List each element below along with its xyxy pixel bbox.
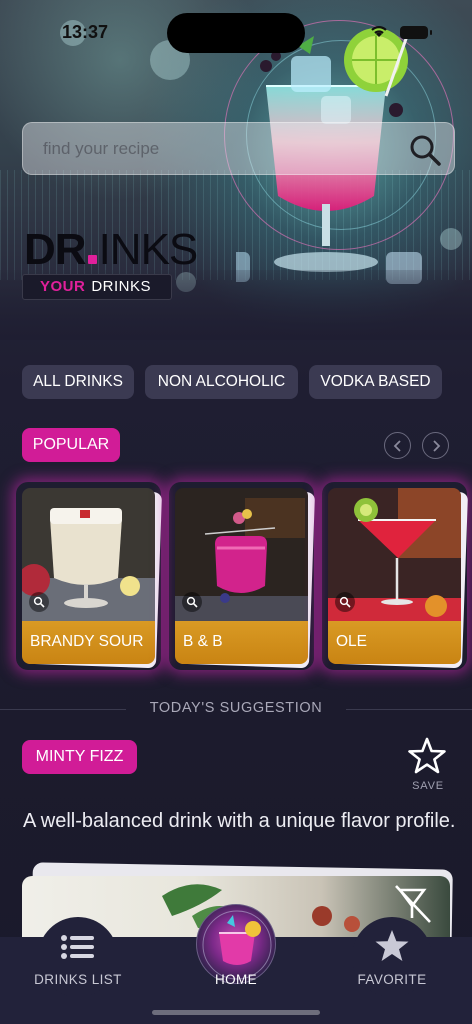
battery-icon [400, 26, 432, 39]
bokeh-light [440, 228, 462, 250]
app-screen: 13:37 DRINKS YOUR DRINKS ALL DRINKS NON A… [0, 0, 472, 1024]
drink-card-title: B & B [175, 621, 308, 664]
suggestion-description: A well-balanced drink with a unique flav… [23, 810, 456, 832]
search-bar [22, 122, 455, 175]
status-icons [364, 23, 434, 41]
chevron-right-icon [433, 440, 441, 452]
zoom-icon[interactable] [182, 592, 202, 612]
suggestion-section-title: TODAY'S SUGGESTION [149, 700, 323, 716]
tagline-your: YOUR [40, 278, 86, 295]
drink-card-ole[interactable]: OLE [328, 487, 469, 669]
drink-card-title: OLE [328, 621, 461, 664]
search-input[interactable] [43, 123, 403, 174]
carousel-next-button[interactable] [422, 432, 449, 459]
drink-card-brandy-sour[interactable]: BRANDY SOUR [22, 487, 163, 669]
popular-label: POPULAR [22, 428, 120, 462]
chevron-left-icon [393, 440, 401, 452]
carousel-prev-button[interactable] [384, 432, 411, 459]
status-time: 13:37 [62, 22, 109, 42]
tab-drinks-list[interactable]: DRINKS LIST [18, 917, 138, 1024]
logo-dot [87, 255, 97, 264]
tagline-drinks: DRINKS [91, 278, 152, 295]
save-label: SAVE [412, 780, 444, 792]
filter-chip-all-drinks[interactable]: ALL DRINKS [22, 365, 134, 399]
filter-chip-vodka-based[interactable]: VODKA BASED [309, 365, 442, 399]
tab-favorite[interactable]: FAVORITE [332, 917, 452, 1024]
tab-label: DRINKS LIST [34, 972, 122, 987]
star-icon [375, 930, 409, 961]
drink-card-title: BRANDY SOUR [22, 621, 155, 664]
save-star-icon[interactable] [407, 736, 447, 776]
zoom-icon[interactable] [29, 592, 49, 612]
list-icon [61, 935, 94, 959]
filter-chip-non-alcoholic[interactable]: NON ALCOHOLIC [145, 365, 298, 399]
drink-card-b-and-b[interactable]: B & B [175, 487, 316, 669]
logo-text-left: DR [24, 225, 87, 274]
zoom-icon[interactable] [335, 592, 355, 612]
tab-label-home: HOME [214, 972, 258, 987]
tab-label: FAVORITE [357, 972, 427, 987]
logo-text-right: INKS [98, 225, 199, 274]
app-logo: DR INKS [24, 225, 199, 274]
home-indicator [152, 1010, 320, 1015]
dynamic-island [167, 13, 305, 53]
wifi-icon [371, 26, 387, 37]
tagline: YOUR DRINKS [22, 274, 172, 300]
suggested-drink-name: MINTY FIZZ [22, 740, 137, 774]
search-icon[interactable] [408, 133, 442, 167]
